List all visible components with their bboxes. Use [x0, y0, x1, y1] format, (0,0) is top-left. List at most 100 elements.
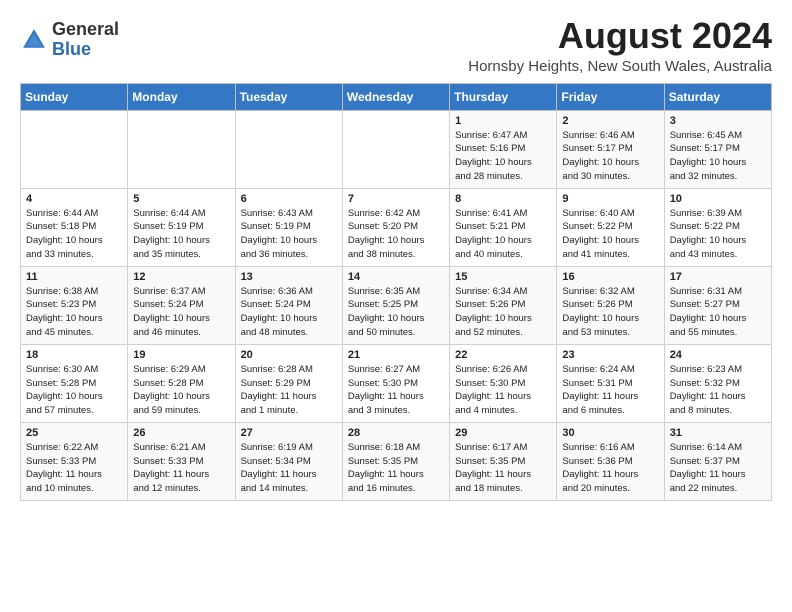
day-info: Sunrise: 6:28 AM Sunset: 5:29 PM Dayligh…: [241, 363, 337, 418]
calendar-cell: 5 Sunrise: 6:44 AM Sunset: 5:19 PM Daylig…: [128, 188, 235, 266]
calendar-table: SundayMondayTuesdayWednesdayThursdayFrid…: [20, 83, 772, 501]
day-number: 23: [562, 349, 658, 361]
weekday-header: Wednesday: [342, 83, 449, 110]
day-info: Sunrise: 6:23 AM Sunset: 5:32 PM Dayligh…: [670, 363, 766, 418]
day-number: 13: [241, 271, 337, 283]
day-info: Sunrise: 6:43 AM Sunset: 5:19 PM Dayligh…: [241, 207, 337, 262]
day-number: 15: [455, 271, 551, 283]
calendar-cell: 25 Sunrise: 6:22 AM Sunset: 5:33 PM Dayli…: [21, 422, 128, 500]
day-info: Sunrise: 6:22 AM Sunset: 5:33 PM Dayligh…: [26, 441, 122, 496]
logo-text: General Blue: [52, 20, 119, 60]
calendar-cell: 28 Sunrise: 6:18 AM Sunset: 5:35 PM Dayli…: [342, 422, 449, 500]
day-info: Sunrise: 6:18 AM Sunset: 5:35 PM Dayligh…: [348, 441, 444, 496]
weekday-header: Saturday: [664, 83, 771, 110]
calendar-cell: 14 Sunrise: 6:35 AM Sunset: 5:25 PM Dayli…: [342, 266, 449, 344]
day-info: Sunrise: 6:32 AM Sunset: 5:26 PM Dayligh…: [562, 285, 658, 340]
calendar-cell: 7 Sunrise: 6:42 AM Sunset: 5:20 PM Daylig…: [342, 188, 449, 266]
day-info: Sunrise: 6:44 AM Sunset: 5:18 PM Dayligh…: [26, 207, 122, 262]
day-number: 21: [348, 349, 444, 361]
day-number: 10: [670, 193, 766, 205]
day-number: 31: [670, 427, 766, 439]
day-number: 11: [26, 271, 122, 283]
weekday-header: Friday: [557, 83, 664, 110]
calendar-cell: 4Sunrise: 6:44 AM Sunset: 5:18 PM Daylig…: [21, 188, 128, 266]
day-info: Sunrise: 6:30 AM Sunset: 5:28 PM Dayligh…: [26, 363, 122, 418]
day-number: 20: [241, 349, 337, 361]
calendar-cell: 23 Sunrise: 6:24 AM Sunset: 5:31 PM Dayli…: [557, 344, 664, 422]
calendar-cell: 18 Sunrise: 6:30 AM Sunset: 5:28 PM Dayli…: [21, 344, 128, 422]
day-info: Sunrise: 6:34 AM Sunset: 5:26 PM Dayligh…: [455, 285, 551, 340]
day-info: Sunrise: 6:41 AM Sunset: 5:21 PM Dayligh…: [455, 207, 551, 262]
calendar-cell: 6Sunrise: 6:43 AM Sunset: 5:19 PM Daylig…: [235, 188, 342, 266]
day-number: 24: [670, 349, 766, 361]
main-title: August 2024: [119, 16, 772, 56]
day-info: Sunrise: 6:17 AM Sunset: 5:35 PM Dayligh…: [455, 441, 551, 496]
weekday-header: Thursday: [450, 83, 557, 110]
calendar-header-row: SundayMondayTuesdayWednesdayThursdayFrid…: [21, 83, 772, 110]
day-info: Sunrise: 6:35 AM Sunset: 5:25 PM Dayligh…: [348, 285, 444, 340]
day-number: 28: [348, 427, 444, 439]
day-number: 5: [133, 193, 229, 205]
calendar-cell: 13 Sunrise: 6:36 AM Sunset: 5:24 PM Dayli…: [235, 266, 342, 344]
logo: General Blue: [20, 20, 119, 60]
calendar-cell: 30 Sunrise: 6:16 AM Sunset: 5:36 PM Dayli…: [557, 422, 664, 500]
calendar-cell: 20 Sunrise: 6:28 AM Sunset: 5:29 PM Dayli…: [235, 344, 342, 422]
calendar-cell: 10Sunrise: 6:39 AM Sunset: 5:22 PM Dayli…: [664, 188, 771, 266]
day-number: 30: [562, 427, 658, 439]
calendar-cell: [235, 110, 342, 188]
day-number: 7: [348, 193, 444, 205]
day-info: Sunrise: 6:19 AM Sunset: 5:34 PM Dayligh…: [241, 441, 337, 496]
day-info: Sunrise: 6:40 AM Sunset: 5:22 PM Dayligh…: [562, 207, 658, 262]
day-info: Sunrise: 6:44 AM Sunset: 5:19 PM Dayligh…: [133, 207, 229, 262]
day-info: Sunrise: 6:45 AM Sunset: 5:17 PM Dayligh…: [670, 129, 766, 184]
day-info: Sunrise: 6:46 AM Sunset: 5:17 PM Dayligh…: [562, 129, 658, 184]
calendar-cell: 17 Sunrise: 6:31 AM Sunset: 5:27 PM Dayli…: [664, 266, 771, 344]
day-number: 29: [455, 427, 551, 439]
calendar-cell: 3 Sunrise: 6:45 AM Sunset: 5:17 PM Daylig…: [664, 110, 771, 188]
calendar-cell: 22Sunrise: 6:26 AM Sunset: 5:30 PM Dayli…: [450, 344, 557, 422]
day-number: 9: [562, 193, 658, 205]
day-number: 18: [26, 349, 122, 361]
day-info: Sunrise: 6:38 AM Sunset: 5:23 PM Dayligh…: [26, 285, 122, 340]
calendar-cell: 2 Sunrise: 6:46 AM Sunset: 5:17 PM Daylig…: [557, 110, 664, 188]
day-number: 8: [455, 193, 551, 205]
day-info: Sunrise: 6:29 AM Sunset: 5:28 PM Dayligh…: [133, 363, 229, 418]
calendar-cell: 12Sunrise: 6:37 AM Sunset: 5:24 PM Dayli…: [128, 266, 235, 344]
calendar-cell: 26Sunrise: 6:21 AM Sunset: 5:33 PM Dayli…: [128, 422, 235, 500]
day-number: 26: [133, 427, 229, 439]
calendar-cell: 16 Sunrise: 6:32 AM Sunset: 5:26 PM Dayli…: [557, 266, 664, 344]
day-number: 17: [670, 271, 766, 283]
logo-blue: Blue: [52, 39, 91, 59]
calendar-cell: 29 Sunrise: 6:17 AM Sunset: 5:35 PM Dayli…: [450, 422, 557, 500]
day-number: 19: [133, 349, 229, 361]
calendar-cell: [128, 110, 235, 188]
day-info: Sunrise: 6:36 AM Sunset: 5:24 PM Dayligh…: [241, 285, 337, 340]
calendar-week-row: 18 Sunrise: 6:30 AM Sunset: 5:28 PM Dayli…: [21, 344, 772, 422]
day-info: Sunrise: 6:31 AM Sunset: 5:27 PM Dayligh…: [670, 285, 766, 340]
weekday-header: Monday: [128, 83, 235, 110]
title-area: August 2024 Hornsby Heights, New South W…: [119, 16, 772, 75]
day-info: Sunrise: 6:26 AM Sunset: 5:30 PM Dayligh…: [455, 363, 551, 418]
calendar-cell: [21, 110, 128, 188]
day-number: 12: [133, 271, 229, 283]
day-info: Sunrise: 6:27 AM Sunset: 5:30 PM Dayligh…: [348, 363, 444, 418]
calendar-week-row: 25 Sunrise: 6:22 AM Sunset: 5:33 PM Dayli…: [21, 422, 772, 500]
calendar-cell: 9 Sunrise: 6:40 AM Sunset: 5:22 PM Daylig…: [557, 188, 664, 266]
calendar-cell: 31Sunrise: 6:14 AM Sunset: 5:37 PM Dayli…: [664, 422, 771, 500]
day-number: 3: [670, 115, 766, 127]
day-number: 2: [562, 115, 658, 127]
day-info: Sunrise: 6:16 AM Sunset: 5:36 PM Dayligh…: [562, 441, 658, 496]
day-number: 14: [348, 271, 444, 283]
day-info: Sunrise: 6:24 AM Sunset: 5:31 PM Dayligh…: [562, 363, 658, 418]
day-number: 25: [26, 427, 122, 439]
calendar-week-row: 11 Sunrise: 6:38 AM Sunset: 5:23 PM Dayli…: [21, 266, 772, 344]
calendar-cell: 15 Sunrise: 6:34 AM Sunset: 5:26 PM Dayli…: [450, 266, 557, 344]
calendar-cell: [342, 110, 449, 188]
calendar-cell: 19 Sunrise: 6:29 AM Sunset: 5:28 PM Dayli…: [128, 344, 235, 422]
day-number: 16: [562, 271, 658, 283]
weekday-header: Tuesday: [235, 83, 342, 110]
subtitle: Hornsby Heights, New South Wales, Austra…: [119, 58, 772, 75]
day-info: Sunrise: 6:42 AM Sunset: 5:20 PM Dayligh…: [348, 207, 444, 262]
day-info: Sunrise: 6:47 AM Sunset: 5:16 PM Dayligh…: [455, 129, 551, 184]
calendar-week-row: 4Sunrise: 6:44 AM Sunset: 5:18 PM Daylig…: [21, 188, 772, 266]
